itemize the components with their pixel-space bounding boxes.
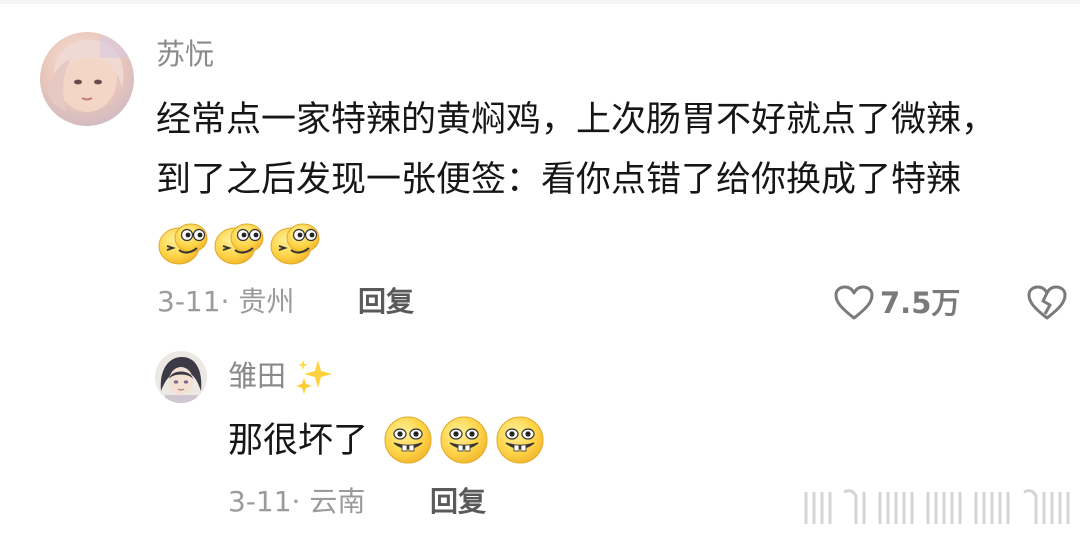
comment-text-line-1: 经常点一家特辣的黄焖鸡，上次肠胃不好就点了微辣， <box>156 100 997 140</box>
comment-username[interactable]: 苏忨 <box>156 36 214 72</box>
grin-teeth-face-icon <box>496 416 544 464</box>
smirk-face-icon <box>158 223 208 265</box>
comment-username[interactable]: 雏田 <box>228 358 286 394</box>
comment-date-location: 3-11· 云南 <box>228 485 366 518</box>
grin-teeth-face-icon <box>384 416 432 464</box>
comment-text: 那很坏了 <box>228 421 369 461</box>
comment-text-line-2: 到了之后发现一张便签：看你点错了给你换成了特辣 <box>156 160 962 200</box>
reply-button[interactable]: 回复 <box>358 284 414 320</box>
sparkles-icon <box>296 360 332 394</box>
avatar[interactable] <box>155 351 207 403</box>
reply-button[interactable]: 回复 <box>430 484 486 520</box>
avatar[interactable] <box>40 32 134 126</box>
smirk-face-icon <box>270 223 320 265</box>
comment-date-location: 3-11· 贵州 <box>157 285 295 318</box>
like-count: 7.5万 <box>880 286 961 320</box>
top-divider <box>0 0 1080 4</box>
grin-teeth-face-icon <box>440 416 488 464</box>
smirk-face-icon <box>214 223 264 265</box>
broken-heart-icon[interactable] <box>1026 284 1068 322</box>
watermark-graphic <box>804 489 1070 524</box>
heart-outline-icon[interactable] <box>833 284 875 322</box>
